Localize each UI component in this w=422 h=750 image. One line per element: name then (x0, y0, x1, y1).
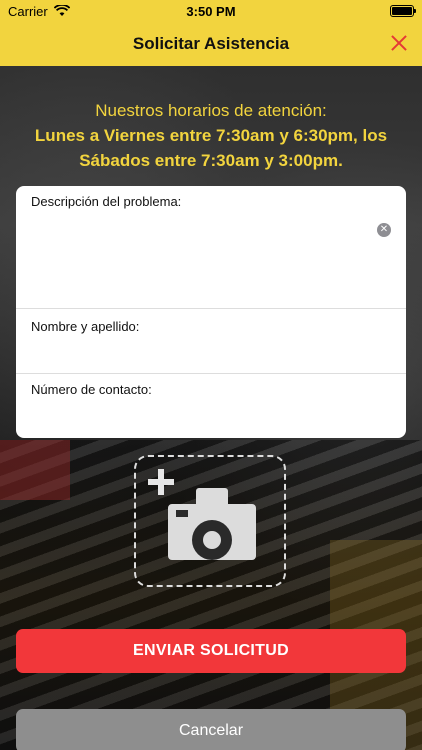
hours-heading: Nuestros horarios de atención: (95, 101, 327, 120)
description-label: Descripción del problema: (31, 194, 182, 209)
service-hours: Nuestros horarios de atención: Lunes a V… (0, 98, 422, 173)
contact-label: Número de contacto: (31, 382, 152, 397)
screen: Carrier 3:50 PM Solicitar Asistencia Nue… (0, 0, 422, 750)
hours-weekdays: Lunes a Viernes entre 7:30am y 6:30pm, l… (34, 126, 388, 145)
name-input[interactable] (31, 339, 366, 365)
assistance-form: Descripción del problema: ✕ Nombre y ape… (16, 186, 406, 438)
description-input[interactable] (31, 274, 366, 300)
contact-field[interactable]: Número de contacto: (16, 373, 406, 438)
wifi-icon (53, 5, 70, 16)
close-icon[interactable] (388, 32, 410, 54)
status-bar: Carrier (0, 0, 422, 22)
clear-icon[interactable]: ✕ (377, 223, 391, 237)
name-label: Nombre y apellido: (31, 319, 140, 334)
camera-icon (168, 488, 256, 562)
battery-icon (390, 5, 416, 17)
name-field[interactable]: Nombre y apellido: (16, 308, 406, 373)
contact-input[interactable] (31, 404, 366, 430)
cancel-button[interactable]: Cancelar (16, 709, 406, 750)
hours-saturday: Sábados entre 7:30am y 3:00pm. (79, 151, 343, 170)
background-detail (0, 440, 70, 500)
send-request-button[interactable]: ENVIAR SOLICITUD (16, 629, 406, 673)
carrier-label: Carrier (8, 3, 48, 19)
page-title: Solicitar Asistencia (132, 34, 290, 53)
add-photo-button[interactable] (134, 455, 286, 587)
nav-bar: Solicitar Asistencia (0, 22, 422, 66)
description-field[interactable]: Descripción del problema: ✕ (16, 186, 406, 308)
